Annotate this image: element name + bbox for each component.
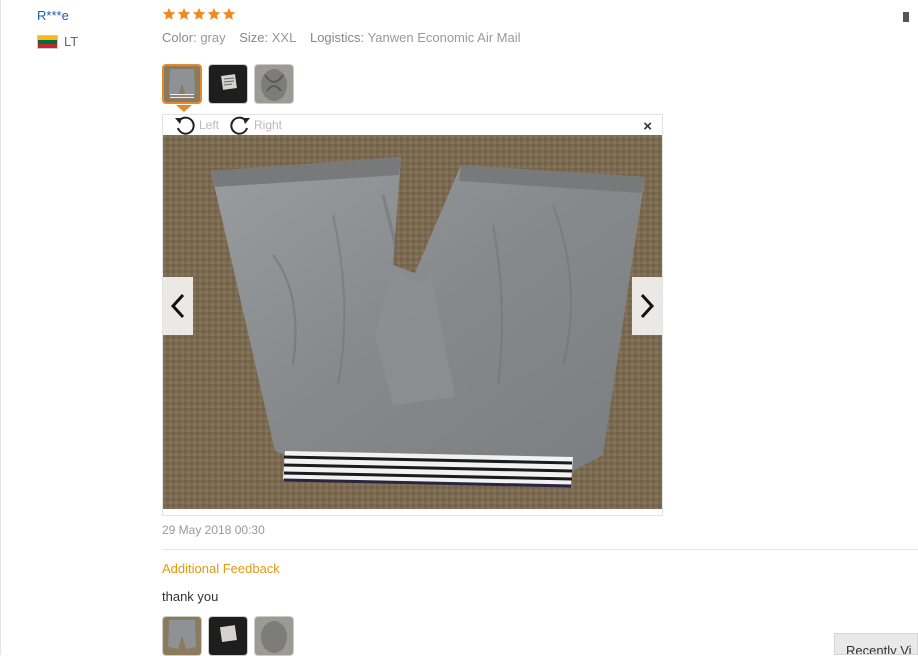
rotate-left-button[interactable]: Left [174,115,219,135]
star-icon [177,7,191,20]
review-date: 29 May 2018 00:30 [162,523,265,537]
size-value: XXL [271,30,297,45]
rating-stars [162,7,236,21]
reviewer-country: LT [37,34,78,49]
logistics-value: Yanwen Economic Air Mail [367,30,521,45]
review-photo-thumbnail-3[interactable] [254,64,294,104]
previous-photo-button[interactable] [163,277,193,335]
logistics-label: Logistics: [309,30,365,45]
review-thumbnails [162,64,294,104]
star-icon [162,7,176,20]
feedback-photo-thumbnail-1[interactable] [162,616,202,656]
recently-viewed-tab[interactable]: Recently Vi [834,633,918,655]
review-photo-thumbnail-2[interactable] [208,64,248,104]
star-icon [192,7,206,20]
star-icon [207,7,221,20]
chevron-right-icon [640,293,655,319]
additional-feedback-text: thank you [162,589,219,604]
scroll-marker [903,12,909,22]
country-code: LT [64,34,79,49]
rotate-left-icon [175,116,195,135]
next-photo-button[interactable] [632,277,662,335]
additional-feedback-heading: Additional Feedback [162,561,280,576]
close-icon[interactable]: × [643,118,652,135]
rotate-left-label: Left [199,118,220,132]
reviewer-name[interactable]: R***e [37,8,69,23]
active-thumbnail-pointer [176,105,192,112]
chevron-left-icon [170,293,185,319]
review-attributes: Color: gray Size: XXL Logistics: Yanwen … [162,30,521,45]
lithuania-flag-icon [37,34,58,49]
review-photo-thumbnail-1[interactable] [162,64,202,104]
rotate-right-button[interactable]: Right [229,115,282,135]
feedback-photo-thumbnail-3[interactable] [254,616,294,656]
size-label: Size: [239,30,269,45]
left-column-divider [0,0,1,655]
section-divider [162,549,918,550]
rotate-right-icon [230,116,250,135]
feedback-photo-thumbnail-2[interactable] [208,616,248,656]
rotate-right-label: Right [254,118,283,132]
color-label: Color: [162,30,197,45]
feedback-thumbnails [162,616,294,656]
color-value: gray [200,30,226,45]
viewer-toolbar: Left Right × [163,115,662,135]
photo-viewer: Left Right × [162,114,663,516]
star-icon [222,7,236,20]
review-photo-large [163,135,662,509]
